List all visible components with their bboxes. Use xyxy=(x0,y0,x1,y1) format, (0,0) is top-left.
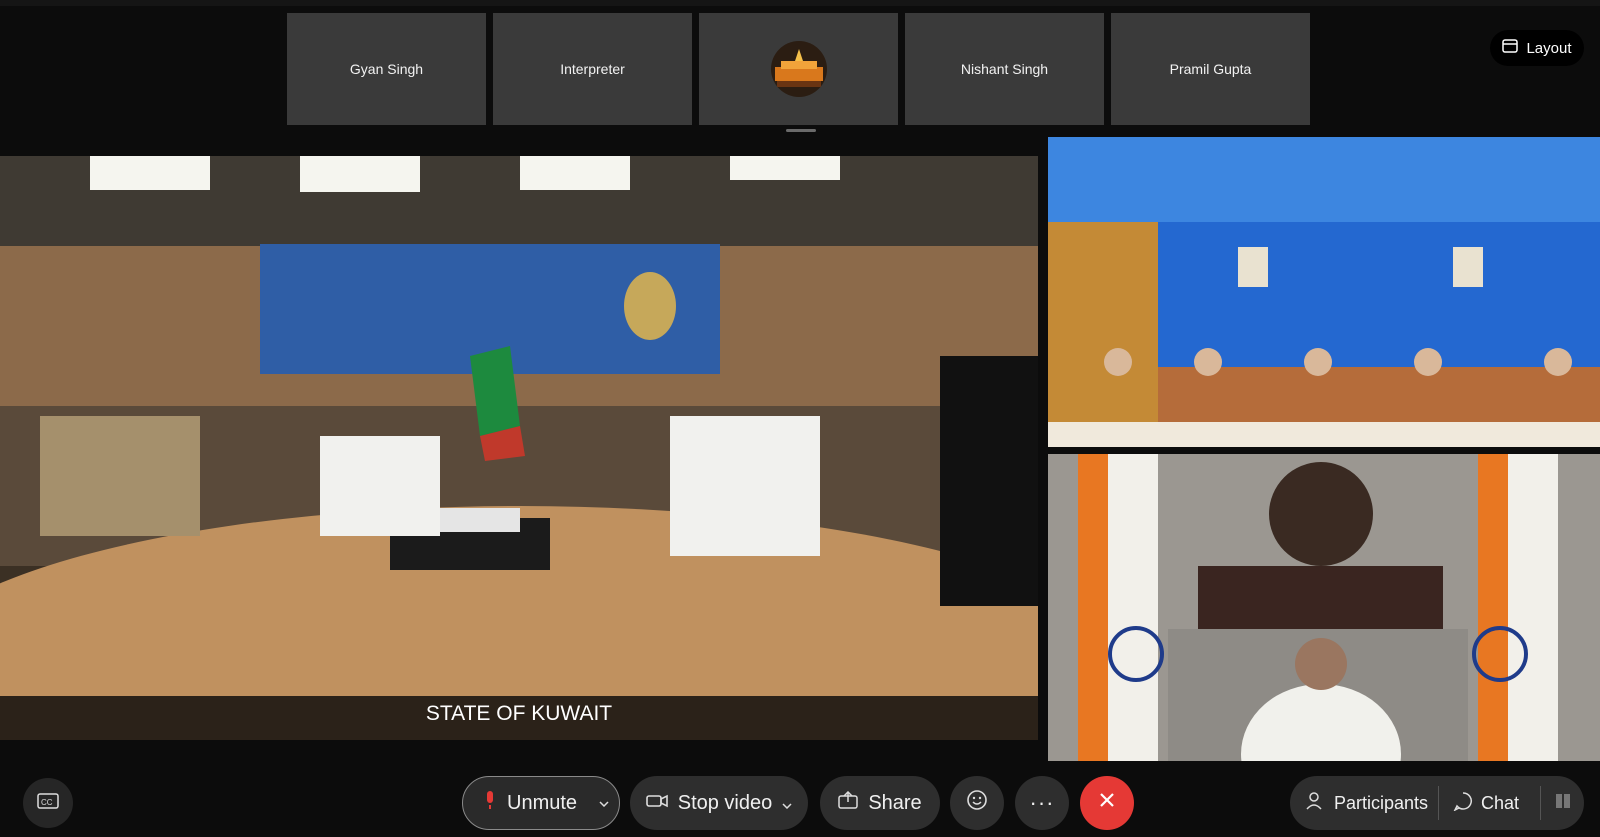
participants-button[interactable]: Participants xyxy=(1306,776,1428,830)
emoji-icon xyxy=(966,789,988,817)
window-top-strip xyxy=(0,0,1600,6)
chevron-down-icon[interactable] xyxy=(589,777,619,831)
video-camera-icon xyxy=(645,792,668,815)
participant-name: Gyan Singh xyxy=(349,61,424,77)
video-label: STATE OF KUWAIT xyxy=(425,702,613,725)
divider xyxy=(1540,786,1541,820)
close-icon xyxy=(1098,791,1116,815)
unmute-label: Unmute xyxy=(507,791,578,814)
panel-buttons: Participants Chat xyxy=(1290,776,1584,830)
side-video-scene xyxy=(1078,454,1558,761)
participant-tile[interactable] xyxy=(699,13,898,125)
reactions-button[interactable] xyxy=(950,776,1004,830)
side-video-minister[interactable] xyxy=(1048,454,1600,761)
side-video-delegation[interactable] xyxy=(1048,137,1600,447)
chat-label: Chat xyxy=(1481,792,1520,813)
participant-tile[interactable]: Nishant Singh xyxy=(905,13,1104,125)
leave-meeting-button[interactable] xyxy=(1080,776,1134,830)
captions-button[interactable]: CC xyxy=(23,778,73,828)
share-icon xyxy=(838,790,859,815)
chevron-down-icon[interactable] xyxy=(782,792,792,815)
svg-text:CC: CC xyxy=(41,798,53,807)
main-video-scene xyxy=(0,156,1038,740)
participant-avatar xyxy=(770,41,827,97)
layout-icon xyxy=(1502,39,1519,57)
unmute-button[interactable]: Unmute xyxy=(462,776,620,830)
panel-icon xyxy=(1554,792,1572,815)
participant-name: Pramil Gupta xyxy=(1169,61,1252,77)
participants-label: Participants xyxy=(1334,792,1429,813)
participant-tile[interactable]: Interpreter xyxy=(493,13,692,125)
participant-name: Nishant Singh xyxy=(960,61,1049,77)
more-options-button[interactable]: ··· xyxy=(1015,776,1069,830)
microphone-muted-icon xyxy=(483,789,497,817)
participant-name: Interpreter xyxy=(560,61,625,77)
more-icon: ··· xyxy=(1029,790,1055,815)
main-video[interactable]: STATE OF KUWAIT xyxy=(0,156,1038,740)
participant-tile[interactable]: Gyan Singh xyxy=(287,13,486,125)
divider xyxy=(1438,786,1439,820)
participant-tile[interactable]: Pramil Gupta xyxy=(1111,13,1310,125)
strip-resize-handle[interactable] xyxy=(786,129,816,132)
layout-button[interactable]: Layout xyxy=(1490,30,1584,66)
stop-video-label: Stop video xyxy=(677,791,773,814)
chat-icon xyxy=(1453,791,1473,816)
participants-icon xyxy=(1306,791,1326,816)
chat-button[interactable]: Chat xyxy=(1453,776,1519,830)
side-video-scene xyxy=(1048,137,1600,447)
more-panels-button[interactable] xyxy=(1550,776,1576,830)
participant-strip: Gyan Singh Interpreter Nishant Singh Pra… xyxy=(287,13,1313,125)
closed-captions-icon: CC xyxy=(37,792,59,815)
stop-video-button[interactable]: Stop video xyxy=(630,776,808,830)
share-button[interactable]: Share xyxy=(820,776,940,830)
layout-label: Layout xyxy=(1526,39,1572,57)
share-label: Share xyxy=(868,791,922,814)
